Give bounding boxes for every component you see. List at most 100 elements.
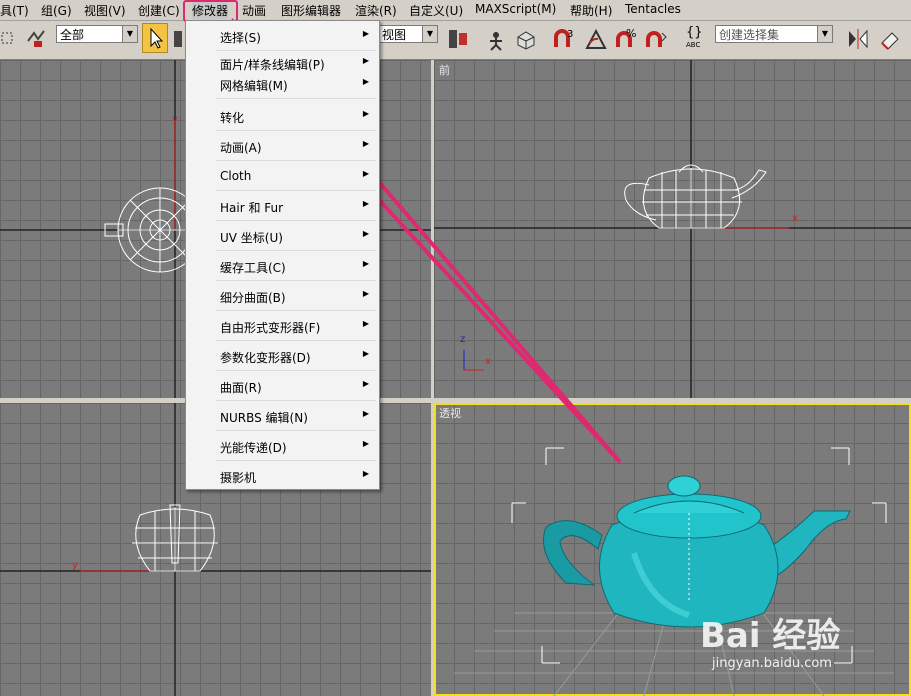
menu-item-label: 转化 (220, 111, 245, 125)
chevron-down-icon: ▼ (122, 26, 137, 42)
chevron-down-icon: ▼ (422, 26, 437, 42)
viewport-splitter-horizontal[interactable] (0, 398, 911, 403)
menu-item-cameras[interactable]: 摄影机 ▶ (186, 461, 379, 488)
axis-x-label-gizmo: x (485, 356, 491, 367)
menu-item-label: Cloth (220, 169, 252, 183)
submenu-arrow-icon: ▶ (362, 259, 369, 268)
menu-bar: 具(T) 组(G) 视图(V) 创建(C) 修改器 动画 图形编辑器 渲染(R)… (0, 0, 911, 21)
menu-item-label: 光能传递(D) (220, 441, 287, 455)
selection-filter-dropdown[interactable]: 全部 ▼ (56, 25, 138, 43)
submenu-arrow-icon: ▶ (362, 77, 369, 86)
reference-coordinate-dropdown[interactable]: 视图 ▼ (378, 25, 438, 43)
menu-item-surface[interactable]: 曲面(R) ▶ (186, 371, 379, 401)
submenu-arrow-icon: ▶ (362, 319, 369, 328)
submenu-arrow-icon: ▶ (362, 139, 369, 148)
submenu-arrow-icon: ▶ (362, 379, 369, 388)
snap-toggle-icon[interactable]: 3 (552, 27, 576, 51)
submenu-arrow-icon: ▶ (362, 439, 369, 448)
snap-percent-label: % (626, 27, 636, 40)
cursor-arrow-icon (150, 27, 164, 49)
menu-item-selection[interactable]: 选择(S) ▶ (186, 21, 379, 51)
menu-customize[interactable]: 自定义(U) (409, 2, 463, 19)
menu-animation[interactable]: 动画 (242, 2, 266, 19)
menu-item-cache-tools[interactable]: 缓存工具(C) ▶ (186, 251, 379, 281)
menu-item-parametric-deformers[interactable]: 参数化变形器(D) ▶ (186, 341, 379, 371)
selection-filter-value: 全部 (60, 28, 85, 42)
menu-item-label: 选择(S) (220, 31, 261, 45)
menu-item-mesh-editing[interactable]: 网格编辑(M) ▶ (186, 73, 379, 99)
teapot-wireframe-left (132, 504, 218, 572)
menu-item-patch-spline[interactable]: 面片/样条线编辑(P) ▶ (186, 51, 379, 73)
named-selection-sets-dropdown[interactable]: 创建选择集 ▼ (715, 25, 833, 43)
menu-separator (216, 98, 376, 99)
mirror-icon[interactable] (846, 27, 870, 51)
submenu-arrow-icon: ▶ (362, 29, 369, 38)
menu-item-label: NURBS 编辑(N) (220, 411, 308, 425)
menu-tentacles[interactable]: Tentacles (625, 2, 681, 16)
axis-y-label-left: y (72, 560, 78, 571)
menu-item-subdivision-surfaces[interactable]: 细分曲面(B) ▶ (186, 281, 379, 311)
keyboard-shortcut-icon[interactable] (514, 27, 538, 51)
manipulate-icon[interactable] (484, 27, 508, 51)
reference-coordinate-value: 视图 (382, 28, 407, 42)
menu-item-uv-coordinates[interactable]: UV 坐标(U) ▶ (186, 221, 379, 251)
menu-help[interactable]: 帮助(H) (570, 2, 612, 19)
menu-item-label: 动画(A) (220, 141, 262, 155)
menu-item-label: 网格编辑(M) (220, 79, 288, 93)
viewport-front[interactable]: 前 x z x (434, 60, 911, 398)
main-toolbar: 全部 ▼ 视图 ▼ 3 % {} ABC 创建选择集 ▼ (0, 21, 911, 60)
menu-view[interactable]: 视图(V) (84, 2, 126, 19)
menu-rendering[interactable]: 渲染(R) (355, 2, 397, 19)
submenu-arrow-icon: ▶ (362, 349, 369, 358)
link-icon[interactable] (24, 27, 48, 51)
menu-graph-editors[interactable]: 图形编辑器 (281, 2, 341, 19)
submenu-arrow-icon: ▶ (362, 229, 369, 238)
menu-item-nurbs-editing[interactable]: NURBS 编辑(N) ▶ (186, 401, 379, 431)
menu-item-label: 参数化变形器(D) (220, 351, 311, 365)
baidu-watermark: Bai 经验 jingyan.baidu.com (700, 600, 900, 690)
modifiers-highlight-box (183, 0, 238, 22)
menu-item-radiosity[interactable]: 光能传递(D) ▶ (186, 431, 379, 461)
submenu-arrow-icon: ▶ (362, 469, 369, 478)
spinner-snap-icon[interactable] (644, 27, 668, 51)
submenu-arrow-icon: ▶ (362, 56, 369, 65)
menu-item-free-form-deformers[interactable]: 自由形式变形器(F) ▶ (186, 311, 379, 341)
percent-snap-icon[interactable]: % (614, 27, 638, 51)
named-selection-sets-placeholder: 创建选择集 (719, 28, 780, 42)
snap-3-label: 3 (567, 29, 573, 40)
modifiers-dropdown-menu: 选择(S) ▶ 面片/样条线编辑(P) ▶ 网格编辑(M) ▶ 转化 ▶ 动画(… (185, 20, 380, 490)
menu-group[interactable]: 组(G) (41, 2, 72, 19)
menu-item-label: Hair 和 Fur (220, 201, 284, 215)
menu-item-label: 细分曲面(B) (220, 291, 286, 305)
axis-z-label-front: z (460, 334, 466, 345)
axis-x-label-front: x (792, 213, 798, 224)
menu-item-conversion[interactable]: 转化 ▶ (186, 101, 379, 131)
watermark-url: jingyan.baidu.com (712, 656, 832, 671)
menu-item-label: 缓存工具(C) (220, 261, 286, 275)
submenu-arrow-icon: ▶ (362, 289, 369, 298)
menu-tools[interactable]: 具(T) (0, 2, 29, 19)
teapot-wireframe-front (624, 164, 767, 229)
chevron-down-icon: ▼ (817, 26, 832, 42)
submenu-arrow-icon: ▶ (362, 169, 369, 178)
axis-y-label: y (172, 114, 178, 125)
menu-item-label: 自由形式变形器(F) (220, 321, 321, 335)
menu-maxscript[interactable]: MAXScript(M) (475, 2, 556, 16)
viewport-splitter-vertical[interactable] (431, 60, 434, 696)
select-by-name-icon[interactable] (172, 27, 184, 51)
menu-item-animation[interactable]: 动画(A) ▶ (186, 131, 379, 161)
menu-item-hair-fur[interactable]: Hair 和 Fur ▶ (186, 191, 379, 221)
select-object-button[interactable] (142, 23, 168, 53)
menu-item-label: 曲面(R) (220, 381, 262, 395)
abc-label: ABC (686, 41, 701, 49)
menu-item-label: 摄影机 (220, 471, 257, 485)
menu-create[interactable]: 创建(C) (138, 2, 180, 19)
watermark-brand: Bai 经验 (700, 616, 841, 656)
submenu-arrow-icon: ▶ (362, 199, 369, 208)
dotted-select-icon[interactable] (0, 27, 24, 51)
named-selection-button[interactable]: {} ABC (684, 25, 714, 53)
align-icon[interactable] (878, 27, 902, 51)
angle-snap-icon[interactable] (584, 27, 608, 51)
pivot-center-icon[interactable] (446, 27, 470, 51)
menu-item-cloth[interactable]: Cloth ▶ (186, 161, 379, 191)
